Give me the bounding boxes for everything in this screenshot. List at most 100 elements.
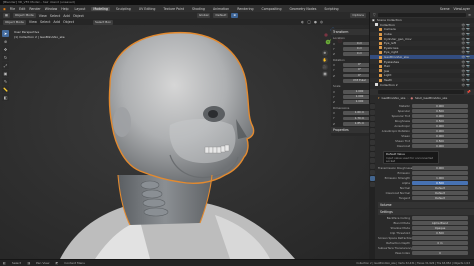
render-tab-icon[interactable] — [369, 110, 375, 115]
property-value-field[interactable] — [412, 215, 468, 220]
property-value-field[interactable]: 0.000 — [412, 143, 468, 148]
measure-tool-icon[interactable]: 📏 — [2, 86, 9, 93]
menu-view[interactable]: View — [39, 14, 47, 18]
visibility-toggle-icon[interactable]: 👁 📷 — [462, 73, 471, 77]
mode-selector[interactable]: Object Mode — [12, 13, 36, 18]
visibility-toggle-icon[interactable]: 👁 📷 — [462, 83, 471, 87]
world-tab-icon[interactable] — [369, 134, 375, 139]
tab-uv-editing[interactable]: UV Editing — [137, 7, 158, 11]
object-tab-icon[interactable] — [369, 140, 375, 145]
visibility-toggle-icon[interactable]: 👁 📷 — [462, 41, 471, 45]
tab-texture-paint[interactable]: Texture Paint — [161, 7, 186, 11]
property-value-field[interactable] — [412, 245, 468, 250]
property-value-field[interactable]: 0.500 — [412, 180, 468, 185]
tab-compositing[interactable]: Compositing — [260, 7, 284, 11]
tab-layout[interactable]: Layout — [73, 7, 88, 11]
visibility-toggle-icon[interactable]: 👁 📷 — [462, 64, 471, 68]
visibility-toggle-icon[interactable]: 👁 📷 — [462, 46, 471, 50]
cursor-tool-icon[interactable]: ⊕ — [2, 38, 9, 45]
menu-file[interactable]: File — [10, 7, 15, 11]
3d-viewport[interactable] — [0, 25, 369, 259]
property-value-field[interactable]: Default — [412, 185, 468, 190]
property-value-field[interactable]: Default — [412, 190, 468, 195]
viewport-shading-icons[interactable]: ◐ ◯ ● ◍ — [301, 20, 324, 24]
pin-icon[interactable]: 📌 — [467, 90, 471, 94]
object-mode-selector[interactable]: Object Mode — [3, 19, 26, 25]
transform-orientation[interactable]: Global — [196, 13, 211, 18]
menu-add[interactable]: Add — [63, 14, 70, 18]
property-value-field[interactable]: 0.500 — [412, 230, 468, 235]
outliner-filter-icon[interactable]: ▽ — [373, 13, 376, 17]
property-value-field[interactable] — [412, 235, 468, 240]
submenu-add[interactable]: Add — [53, 20, 60, 24]
physics-tab-icon[interactable] — [369, 158, 375, 163]
add-cube-tool-icon[interactable]: ◧ — [2, 94, 9, 101]
annotate-tool-icon[interactable]: ✎ — [2, 78, 9, 85]
tab-modeling[interactable]: Modeling — [91, 6, 110, 11]
submenu-select[interactable]: Select — [40, 20, 50, 24]
visibility-toggle-icon[interactable]: 👁 📷 — [462, 27, 471, 31]
property-value-field[interactable]: 0.500 — [412, 138, 468, 143]
scene-selector[interactable]: Scene — [440, 7, 450, 11]
tab-shading[interactable]: Shading — [190, 7, 207, 11]
property-value-field[interactable]: 0.000 — [412, 128, 468, 133]
viewlayer-selector[interactable]: ViewLayer — [454, 7, 470, 11]
properties-search-input[interactable] — [378, 90, 464, 94]
visibility-toggle-icon[interactable]: 👁 📷 — [462, 69, 471, 73]
tab-geometry-nodes[interactable]: Geometry Nodes — [287, 7, 318, 11]
drag-select-mode[interactable]: Select Box — [93, 19, 113, 25]
texture-tab-icon[interactable] — [369, 182, 375, 187]
tab-rendering[interactable]: Rendering — [235, 7, 255, 11]
zoom-icon[interactable]: ⊕ — [322, 50, 328, 56]
options-dropdown[interactable]: Options — [350, 13, 366, 18]
material-tab-icon[interactable] — [369, 176, 375, 181]
particles-tab-icon[interactable] — [369, 152, 375, 157]
editor-type-icon[interactable]: ▦ — [3, 13, 10, 18]
property-value-field[interactable]: 0.500 — [412, 118, 468, 123]
visibility-toggle-icon[interactable]: 👁 📷 — [462, 37, 471, 41]
pan-hand-icon[interactable]: ✋ — [322, 57, 328, 63]
menu-help[interactable]: Help — [61, 7, 68, 11]
menu-select[interactable]: Select — [50, 14, 60, 18]
property-value-field[interactable]: 0.000 — [412, 165, 468, 170]
property-value-field[interactable]: Default — [412, 195, 468, 200]
scene-tab-icon[interactable] — [369, 128, 375, 133]
outliner-row[interactable]: Collection 2 👁 📷 — [370, 82, 474, 87]
menu-object[interactable]: Object — [73, 14, 84, 18]
tab-scripting[interactable]: Scripting — [322, 7, 340, 11]
rotate-tool-icon[interactable]: ↻ — [2, 54, 9, 61]
property-value-field[interactable]: 0.000 — [412, 113, 468, 118]
tool-tab-icon[interactable] — [369, 104, 375, 109]
visibility-toggle-icon[interactable]: 👁 📷 — [462, 32, 471, 36]
tab-animation[interactable]: Animation — [211, 7, 231, 11]
property-value-field[interactable]: Opaque — [412, 225, 468, 230]
outliner-scene-collection[interactable]: Scene Collection — [377, 18, 402, 22]
outliner-search-input[interactable] — [377, 13, 467, 17]
tab-sculpting[interactable]: Sculpting — [114, 7, 133, 11]
modifiers-tab-icon[interactable] — [369, 146, 375, 151]
ortho-toggle-icon[interactable]: ▦ — [322, 71, 328, 77]
visibility-toggle-icon[interactable]: 👁 📷 — [462, 78, 471, 82]
pivot-selector[interactable]: Default — [213, 13, 229, 18]
camera-view-icon[interactable]: 🎥 — [322, 64, 328, 70]
constraints-tab-icon[interactable] — [369, 164, 375, 169]
property-value-field[interactable] — [412, 170, 468, 175]
visibility-toggle-icon[interactable]: 👁 📷 — [462, 60, 471, 64]
visibility-toggle-icon[interactable]: 👁 📷 — [462, 55, 471, 59]
outliner-options-icon[interactable]: ≡ — [468, 13, 471, 17]
menu-edit[interactable]: Edit — [19, 7, 25, 11]
property-value-field[interactable]: 0 m — [412, 240, 468, 245]
move-tool-icon[interactable]: ✥ — [2, 46, 9, 53]
visibility-toggle-icon[interactable]: 👁 📷 — [462, 23, 471, 27]
scale-tool-icon[interactable]: ⤢ — [2, 62, 9, 69]
property-value-field[interactable]: 1.000 — [412, 175, 468, 180]
property-value-field[interactable]: 0 — [412, 250, 468, 255]
submenu-object[interactable]: Object — [63, 20, 74, 24]
transform-tool-icon[interactable]: ▣ — [2, 70, 9, 77]
property-value-field[interactable]: Alpha Blend — [412, 220, 468, 225]
select-tool-icon[interactable]: ➤ — [2, 30, 9, 37]
visibility-toggle-icon[interactable]: 👁 📷 — [462, 50, 471, 54]
snap-toggle[interactable]: ⊕ — [231, 13, 238, 18]
volume-section-header[interactable]: Volume — [378, 202, 474, 208]
property-value-field[interactable]: 0.000 — [412, 133, 468, 138]
